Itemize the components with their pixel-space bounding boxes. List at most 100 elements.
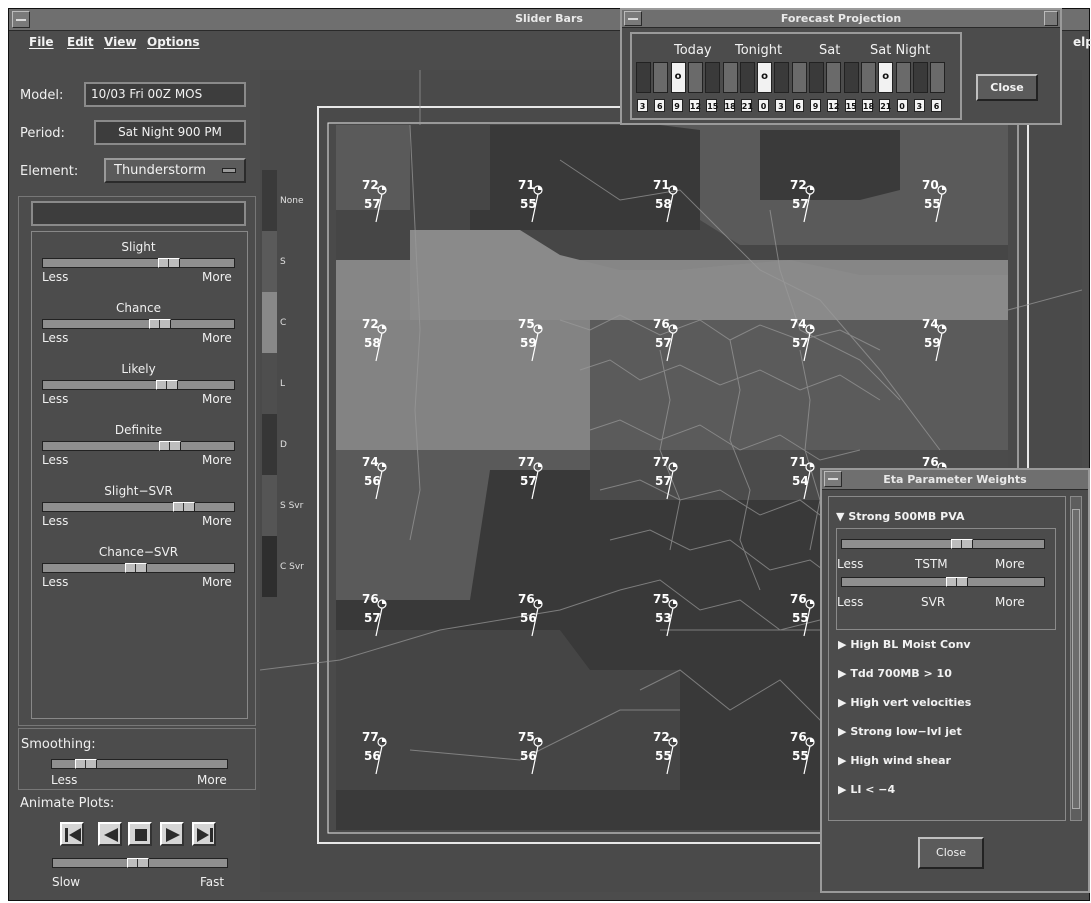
category-slider-track[interactable] xyxy=(42,258,235,268)
fp-period-bar[interactable]: o xyxy=(878,62,894,93)
category-slider-track[interactable] xyxy=(42,319,235,329)
eta-collapsed-item[interactable]: ▶ High BL Moist Conv xyxy=(838,638,971,651)
smoothing-slider-thumb[interactable] xyxy=(75,759,97,769)
fp-period-bar[interactable]: o xyxy=(757,62,773,93)
category-slider-track[interactable] xyxy=(42,563,235,573)
category-slider-thumb[interactable] xyxy=(173,502,195,512)
category-slider-thumb[interactable] xyxy=(149,319,171,329)
eta-close-button[interactable]: Close xyxy=(918,837,984,869)
fp-period-bar[interactable] xyxy=(636,62,651,93)
station-plot[interactable]: 76 57 xyxy=(362,592,422,652)
fp-close-button[interactable]: Close xyxy=(976,74,1038,101)
station-plot[interactable]: 72 57 xyxy=(362,178,422,238)
fp-period-bar[interactable] xyxy=(653,62,669,93)
station-plot[interactable]: 75 59 xyxy=(518,317,578,377)
category-slider-track[interactable] xyxy=(42,380,235,390)
station-plot[interactable]: 70 55 xyxy=(922,178,982,238)
menu-help[interactable]: elp xyxy=(1073,35,1091,49)
eta-collapsed-item[interactable]: ▶ Strong low−lvl jet xyxy=(838,725,962,738)
station-plot[interactable]: 75 56 xyxy=(518,730,578,790)
fp-titlebar[interactable]: Forecast Projection xyxy=(622,10,1060,28)
period-field[interactable]: Sat Night 900 PM xyxy=(94,120,246,145)
legend-swatch xyxy=(262,536,277,597)
fp-period-bar[interactable] xyxy=(843,62,859,93)
collapsed-triangle-icon: ▶ xyxy=(838,783,847,796)
eta-collapsed-item[interactable]: ▶ High wind shear xyxy=(838,754,951,767)
eta-scrollbar-thumb[interactable] xyxy=(1072,509,1080,809)
category-slider-track[interactable] xyxy=(42,502,235,512)
fp-period-bar[interactable] xyxy=(860,62,876,93)
category-slider-thumb[interactable] xyxy=(125,563,147,573)
animation-speed-thumb[interactable] xyxy=(127,858,149,868)
station-plot[interactable]: 72 57 xyxy=(790,178,850,238)
fp-period-bar[interactable] xyxy=(930,62,946,93)
menu-edit[interactable]: Edit xyxy=(67,35,94,49)
fp-hour-label: 18 xyxy=(723,99,736,112)
fp-period-bar[interactable]: o xyxy=(670,62,686,93)
status-field[interactable] xyxy=(31,201,246,226)
last-frame-button[interactable] xyxy=(192,822,216,846)
collapsed-triangle-icon: ▶ xyxy=(838,638,847,651)
menu-options[interactable]: Options xyxy=(147,35,200,49)
svr-less-label: Less xyxy=(837,595,864,609)
eta-collapsed-item[interactable]: ▶ Tdd 700MB > 10 xyxy=(838,667,952,680)
svr-slider[interactable] xyxy=(841,577,1045,587)
smoothing-slider[interactable] xyxy=(51,759,228,769)
slider-list: Slight Less More Chance Less More Likely… xyxy=(31,231,248,719)
fp-period-bar[interactable] xyxy=(687,62,703,93)
station-plot[interactable]: 72 58 xyxy=(362,317,422,377)
fp-period-bar[interactable] xyxy=(739,62,755,93)
eta-collapsed-item[interactable]: ▶ LI < −4 xyxy=(838,783,895,796)
forecast-projection-window: Forecast Projection Today Tonight Sat Sa… xyxy=(620,8,1062,125)
station-plot[interactable]: 74 57 xyxy=(790,317,850,377)
legend-label: D xyxy=(280,440,287,450)
svr-slider-thumb[interactable] xyxy=(946,577,968,587)
station-plot[interactable]: 71 58 xyxy=(653,178,713,238)
station-plot[interactable]: 74 59 xyxy=(922,317,982,377)
fp-period-bar[interactable] xyxy=(774,62,790,93)
category-slider-thumb[interactable] xyxy=(158,258,180,268)
step-back-button[interactable] xyxy=(98,822,122,846)
fp-period-bar[interactable] xyxy=(912,62,928,93)
legend-swatch xyxy=(262,414,277,475)
eta-collapsed-item[interactable]: ▶ High vert velocities xyxy=(838,696,971,709)
category-slider-thumb[interactable] xyxy=(159,441,181,451)
station-plot[interactable]: 71 55 xyxy=(518,178,578,238)
fp-maximize-icon[interactable] xyxy=(1044,11,1058,26)
station-plot[interactable]: 76 57 xyxy=(653,317,713,377)
fp-period-bar[interactable] xyxy=(791,62,807,93)
eta-expanded-item[interactable]: ▼ Strong 500MB PVA xyxy=(836,510,964,523)
menu-file[interactable]: File xyxy=(29,35,54,49)
first-frame-button[interactable] xyxy=(60,822,84,846)
fp-period-bar[interactable] xyxy=(826,62,842,93)
station-plot[interactable]: 75 53 xyxy=(653,592,713,652)
tstm-slider[interactable] xyxy=(841,539,1045,549)
station-plot[interactable]: 76 56 xyxy=(518,592,578,652)
fp-period-bar[interactable] xyxy=(895,62,911,93)
category-slider-track[interactable] xyxy=(42,441,235,451)
menu-view[interactable]: View xyxy=(104,35,136,49)
step-forward-button[interactable] xyxy=(160,822,184,846)
category-slider-thumb[interactable] xyxy=(156,380,178,390)
fp-hour-label: 6 xyxy=(931,99,943,112)
station-plot[interactable]: 72 55 xyxy=(653,730,713,790)
fp-period-bar[interactable] xyxy=(705,62,721,93)
fp-hour-label: 3 xyxy=(775,99,787,112)
legend-swatch xyxy=(262,353,277,414)
station-plot[interactable]: 74 56 xyxy=(362,455,422,515)
fp-period-bar[interactable] xyxy=(809,62,824,93)
station-plot[interactable]: 77 57 xyxy=(653,455,713,515)
animation-speed-slider[interactable] xyxy=(52,858,228,868)
fp-period-bar[interactable] xyxy=(722,62,738,93)
category-slider: Definite Less More xyxy=(32,423,245,483)
station-plot[interactable]: 77 57 xyxy=(518,455,578,515)
tstm-slider-thumb[interactable] xyxy=(951,539,973,549)
model-field[interactable]: 10/03 Fri 00Z MOS xyxy=(84,82,246,107)
fp-hour-label: 3 xyxy=(637,99,648,112)
element-dropdown[interactable]: Thunderstorm xyxy=(104,158,246,183)
station-plot[interactable]: 77 56 xyxy=(362,730,422,790)
eta-titlebar[interactable]: Eta Parameter Weights xyxy=(822,470,1088,490)
stop-button[interactable] xyxy=(128,822,152,846)
eta-scrollbar[interactable] xyxy=(1070,496,1082,821)
slider-less-label: Less xyxy=(42,270,69,284)
